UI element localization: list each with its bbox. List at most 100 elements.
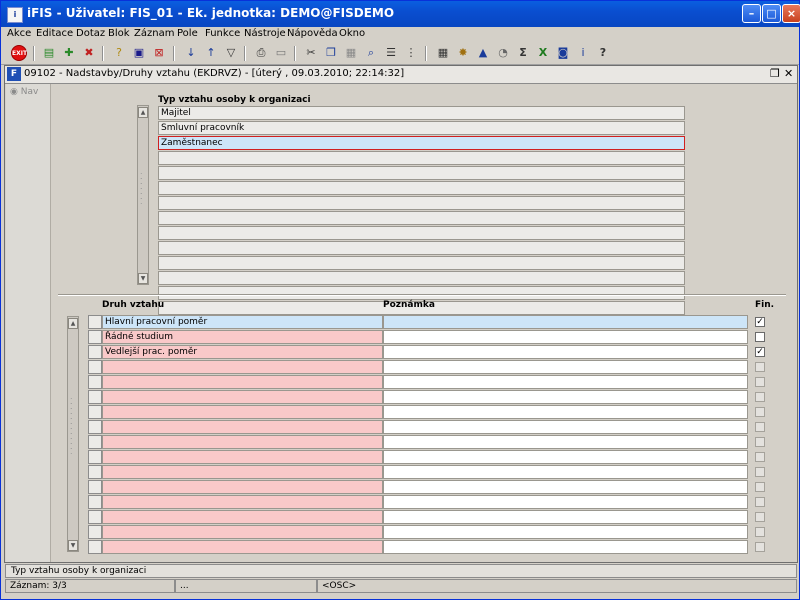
druh-vztahu-cell[interactable]: Vedlejší prac. poměr [102,345,383,359]
chart-icon[interactable]: ▲ [475,45,491,61]
filter-icon[interactable]: ▽ [223,45,239,61]
record-selector[interactable] [88,405,102,419]
fin-checkbox[interactable] [755,542,765,552]
close-button[interactable]: × [782,4,800,23]
druh-vztahu-cell[interactable] [102,495,383,509]
druh-vztahu-cell[interactable] [102,540,383,554]
fin-checkbox[interactable] [755,482,765,492]
list-icon[interactable]: ☰ [383,45,399,61]
poznamka-cell[interactable] [383,405,748,419]
poznamka-cell[interactable] [383,375,748,389]
druh-vztahu-cell[interactable] [102,420,383,434]
fin-checkbox[interactable]: ✓ [755,317,765,327]
druh-vztahu-cell[interactable] [102,465,383,479]
druh-vztahu-cell[interactable]: Řádné studium [102,330,383,344]
fin-checkbox[interactable] [755,377,765,387]
druh-vztahu-cell[interactable] [102,375,383,389]
master-row[interactable] [158,166,685,180]
poznamka-cell[interactable] [383,435,748,449]
menu-akce[interactable]: Akce [7,28,31,39]
master-row[interactable]: Smluvní pracovník [158,121,685,135]
fin-checkbox[interactable] [755,422,765,432]
poznamka-cell[interactable] [383,480,748,494]
druh-vztahu-cell[interactable] [102,480,383,494]
tree-icon[interactable]: ⋮ [403,45,419,61]
execute-query-icon[interactable]: ▣ [131,45,147,61]
master-row[interactable] [158,151,685,165]
record-selector[interactable] [88,465,102,479]
master-row[interactable]: Majitel [158,106,685,120]
close-icon[interactable]: ✕ [784,67,793,80]
minimize-button[interactable]: – [742,4,761,23]
record-selector[interactable] [88,345,102,359]
druh-vztahu-cell[interactable] [102,360,383,374]
sum-icon[interactable]: Σ [515,45,531,61]
record-selector[interactable] [88,525,102,539]
calculator-icon[interactable]: ▦ [435,45,451,61]
record-selector[interactable] [88,450,102,464]
master-row[interactable] [158,226,685,240]
new-record-icon[interactable]: ✚ [61,45,77,61]
fin-checkbox[interactable] [755,392,765,402]
settings-icon[interactable]: ✸ [455,45,471,61]
poznamka-cell[interactable] [383,495,748,509]
druh-vztahu-cell[interactable]: Hlavní pracovní poměr [102,315,383,329]
fin-checkbox[interactable]: ✓ [755,347,765,357]
poznamka-cell[interactable] [383,420,748,434]
master-scrollbar[interactable]: ▲ ⁚ ⁚ ⁚ ⁚ ⁚ ⁚ ▼ [137,105,149,285]
record-selector[interactable] [88,540,102,554]
record-selector[interactable] [88,420,102,434]
sort-desc-icon[interactable]: ↑ [203,45,219,61]
record-selector[interactable] [88,390,102,404]
sort-asc-icon[interactable]: ↓ [183,45,199,61]
record-selector[interactable] [88,330,102,344]
scroll-up-arrow[interactable]: ▲ [68,318,78,329]
fin-checkbox[interactable] [755,452,765,462]
save-icon[interactable]: ▤ [41,45,57,61]
master-row[interactable] [158,241,685,255]
menu-funkce[interactable]: Funkce [205,28,240,39]
druh-vztahu-cell[interactable] [102,525,383,539]
poznamka-cell[interactable] [383,315,748,329]
druh-vztahu-cell[interactable] [102,510,383,524]
paste-icon[interactable]: ▦ [343,45,359,61]
menu-editace[interactable]: Editace [36,28,73,39]
menu-dotaz[interactable]: Dotaz [76,28,105,39]
scroll-up-arrow[interactable]: ▲ [138,107,148,118]
print-preview-icon[interactable]: ▭ [273,45,289,61]
menu-zaznam[interactable]: Záznam [134,28,174,39]
poznamka-cell[interactable] [383,390,748,404]
fin-checkbox[interactable] [755,362,765,372]
cut-icon[interactable]: ✂ [303,45,319,61]
poznamka-cell[interactable] [383,540,748,554]
fin-checkbox[interactable] [755,497,765,507]
detail-scrollbar[interactable]: ▲ ⁚ ⁚ ⁚ ⁚ ⁚ ⁚ ⁚ ⁚ ⁚ ⁚ ⁚ ▼ [67,316,79,552]
info-icon[interactable]: i [575,45,591,61]
druh-vztahu-cell[interactable] [102,450,383,464]
fin-checkbox[interactable] [755,332,765,342]
druh-vztahu-cell[interactable] [102,390,383,404]
excel-icon[interactable]: X [535,45,551,61]
druh-vztahu-cell[interactable] [102,405,383,419]
poznamka-cell[interactable] [383,465,748,479]
fin-checkbox[interactable] [755,467,765,477]
help-icon[interactable]: ? [595,45,611,61]
export-icon[interactable]: ◙ [555,45,571,61]
restore-icon[interactable]: ❐ [770,67,780,80]
menu-napoveda[interactable]: Nápověda [287,28,338,39]
master-row[interactable] [158,211,685,225]
fin-checkbox[interactable] [755,407,765,417]
menu-nastroje[interactable]: Nástroje [244,28,286,39]
poznamka-cell[interactable] [383,525,748,539]
menu-okno[interactable]: Okno [339,28,365,39]
record-selector[interactable] [88,360,102,374]
enter-query-icon[interactable]: ? [111,45,127,61]
master-row[interactable] [158,256,685,270]
record-selector[interactable] [88,315,102,329]
record-selector[interactable] [88,435,102,449]
clock-icon[interactable]: ◔ [495,45,511,61]
master-row[interactable]: Zaměstnanec [158,136,685,150]
cancel-query-icon[interactable]: ⊠ [151,45,167,61]
master-row[interactable] [158,196,685,210]
fin-checkbox[interactable] [755,437,765,447]
